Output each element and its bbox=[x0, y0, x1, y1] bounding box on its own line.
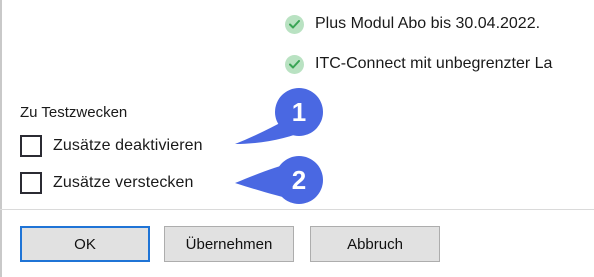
feature-itc-connect: ITC-Connect mit unbegrenzter La bbox=[285, 52, 552, 76]
checkbox-label[interactable]: Zusätze verstecken bbox=[53, 174, 194, 192]
checkbox-hide-addons[interactable]: Zusätze verstecken bbox=[20, 170, 194, 196]
check-circle-icon bbox=[285, 14, 304, 34]
feature-text: ITC-Connect mit unbegrenzter La bbox=[315, 55, 553, 72]
callout-number-1: 1 bbox=[292, 97, 306, 127]
cancel-button[interactable]: Abbruch bbox=[310, 226, 440, 262]
checkbox-box[interactable] bbox=[20, 135, 42, 157]
callout-marker-2: 2 bbox=[235, 156, 323, 204]
ok-button[interactable]: OK bbox=[20, 226, 150, 262]
button-bar-separator bbox=[0, 209, 594, 210]
feature-plus-modul: Plus Modul Abo bis 30.04.2022. bbox=[285, 12, 540, 36]
test-group-label: Zu Testzwecken bbox=[20, 104, 128, 121]
window-left-border bbox=[0, 0, 2, 277]
check-circle-icon bbox=[285, 54, 304, 74]
callout-number-2: 2 bbox=[292, 165, 306, 195]
checkbox-box[interactable] bbox=[20, 172, 42, 194]
apply-button[interactable]: Übernehmen bbox=[164, 226, 294, 262]
checkbox-disable-addons[interactable]: Zusätze deaktivieren bbox=[20, 133, 203, 159]
callout-marker-1: 1 bbox=[235, 88, 323, 144]
feature-text: Plus Modul Abo bis 30.04.2022. bbox=[315, 15, 541, 32]
checkbox-label[interactable]: Zusätze deaktivieren bbox=[53, 137, 203, 155]
